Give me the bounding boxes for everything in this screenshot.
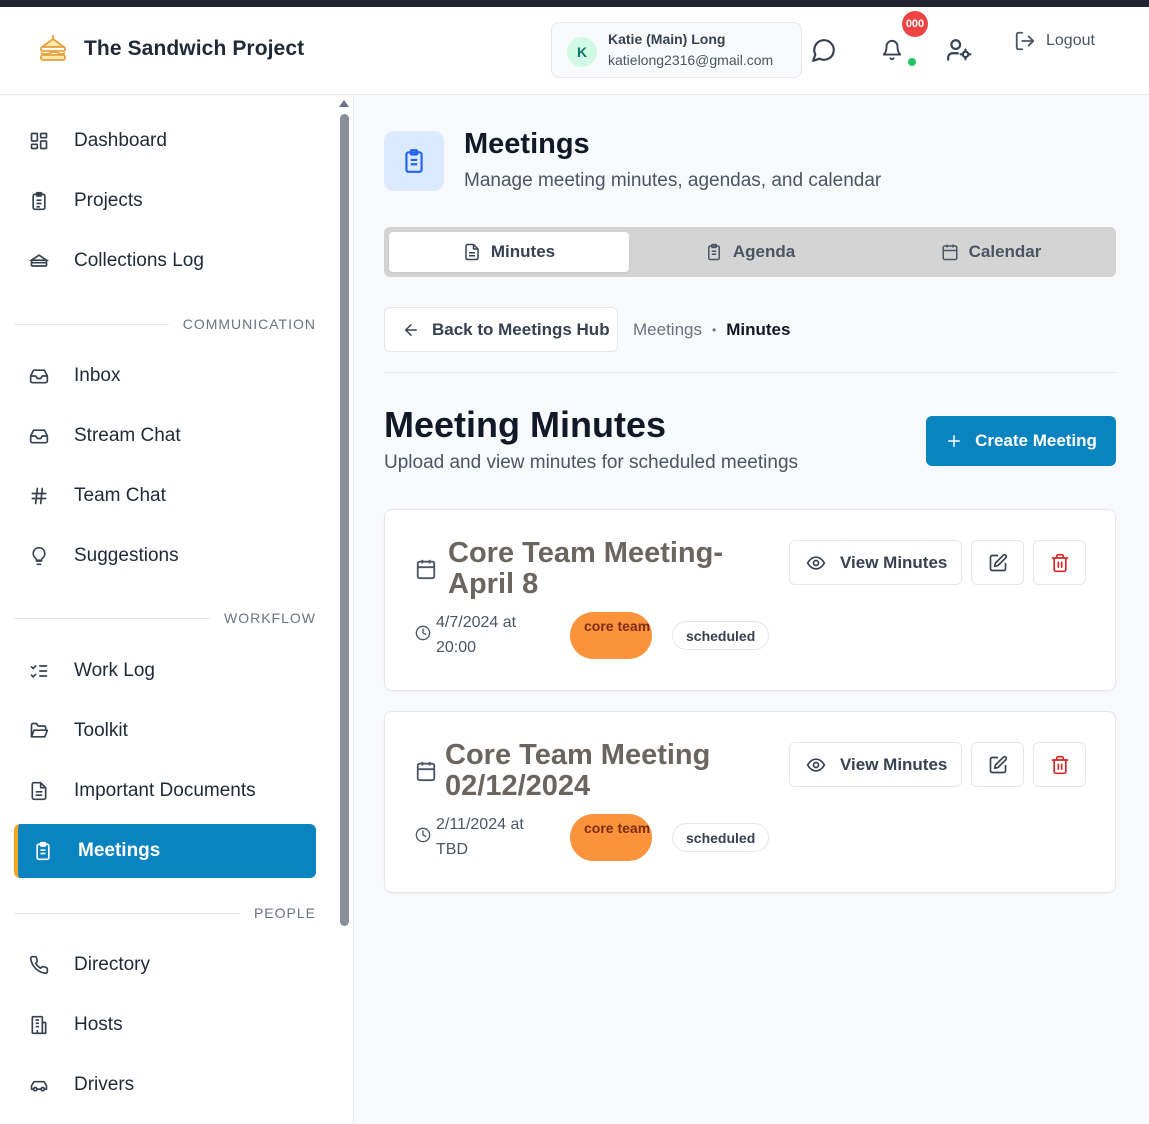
sidebar-item-drivers[interactable]: Drivers [14, 1058, 316, 1112]
trash-icon [1051, 553, 1068, 572]
meeting-tabs: Minutes Agenda Calendar [384, 227, 1116, 277]
sidebar-item-directory[interactable]: Directory [14, 938, 316, 992]
delete-meeting-button[interactable] [1033, 540, 1086, 585]
chat-icon[interactable] [808, 34, 840, 66]
meeting-card: Core Team Meeting- April 8 4/7/2024 at 2… [384, 509, 1116, 691]
clock-icon [415, 827, 431, 843]
edit-meeting-button[interactable] [971, 742, 1024, 787]
user-profile-card[interactable]: K Katie (Main) Long katielong2316@gmail.… [551, 22, 802, 78]
edit-icon [989, 755, 1007, 773]
status-badge: scheduled [672, 621, 770, 650]
sidebar-item-meetings[interactable]: Meetings [14, 824, 316, 878]
clipboard-list-icon [32, 840, 54, 862]
view-minutes-button[interactable]: View Minutes [789, 540, 962, 585]
view-minutes-button[interactable]: View Minutes [789, 742, 962, 787]
clipboard-list-icon [384, 131, 444, 191]
sidebar-item-dashboard[interactable]: Dashboard [14, 114, 316, 168]
trash-icon [1051, 755, 1068, 774]
section-workflow: WORKFLOW [14, 608, 316, 628]
arrow-left-icon [404, 323, 417, 336]
meeting-title: Core Team Meeting 02/12/2024 [445, 739, 711, 802]
breadcrumb-meetings[interactable]: Meetings [633, 320, 702, 340]
sandwich-icon [28, 250, 50, 272]
create-meeting-button[interactable]: Create Meeting [926, 416, 1116, 466]
logout-icon [1015, 31, 1035, 51]
online-status-dot [907, 57, 917, 67]
window-top-strip [0, 0, 1149, 7]
calendar-icon [416, 761, 436, 782]
sidebar-item-toolkit[interactable]: Toolkit [14, 704, 316, 758]
tab-minutes[interactable]: Minutes [389, 232, 629, 272]
clipboard-icon [28, 190, 50, 212]
calendar-icon [942, 244, 958, 261]
meeting-datetime: 2/11/2024 at TBD [436, 816, 524, 858]
back-to-meetings-hub-button[interactable]: Back to Meetings Hub [384, 307, 618, 352]
clock-icon [415, 625, 431, 641]
sidebar-item-collections-log[interactable]: Collections Log [14, 234, 316, 288]
sidebar-item-projects[interactable]: Projects [14, 174, 316, 228]
bell-icon[interactable] [876, 34, 908, 66]
inbox-icon [28, 425, 50, 447]
sidebar-item-work-log[interactable]: Work Log [14, 644, 316, 698]
breadcrumb-separator: • [711, 323, 717, 337]
notification-count-badge: 000 [902, 11, 928, 37]
section-communication: COMMUNICATION [14, 314, 316, 334]
section-title: Meeting Minutes [384, 404, 667, 445]
building-icon [28, 1014, 50, 1036]
eye-icon [806, 757, 826, 772]
lightbulb-icon [28, 545, 50, 567]
app-header: The Sandwich Project K Katie (Main) Long… [0, 7, 1149, 95]
tab-calendar[interactable]: Calendar [871, 232, 1111, 272]
car-icon [28, 1074, 50, 1096]
sidebar: Dashboard Projects Collections Log COMMU… [0, 96, 354, 1124]
edit-meeting-button[interactable] [971, 540, 1024, 585]
breadcrumb-current: Minutes [726, 320, 791, 339]
file-text-icon [465, 243, 479, 261]
tab-agenda[interactable]: Agenda [629, 232, 871, 272]
section-people: PEOPLE [14, 903, 316, 923]
scrollbar-thumb[interactable] [340, 114, 349, 926]
user-email: katielong2316@gmail.com [608, 52, 774, 68]
team-tag: core team [570, 612, 652, 659]
folder-open-icon [28, 720, 50, 742]
brand-name: The Sandwich Project [84, 37, 305, 60]
eye-icon [806, 555, 826, 570]
team-tag: core team [570, 814, 652, 861]
inbox-icon [28, 365, 50, 387]
logout-button[interactable]: Logout [1014, 30, 1095, 52]
delete-meeting-button[interactable] [1033, 742, 1086, 787]
page-title: Meetings [464, 128, 590, 160]
plus-icon [948, 435, 961, 447]
calendar-icon [416, 559, 436, 580]
edit-icon [989, 553, 1007, 571]
phone-icon [28, 954, 50, 976]
meeting-title: Core Team Meeting- April 8 [448, 537, 724, 600]
clipboard-list-icon [707, 243, 720, 261]
file-text-icon [28, 780, 50, 802]
meeting-datetime: 4/7/2024 at 20:00 [436, 614, 517, 656]
meeting-card: Core Team Meeting 02/12/2024 2/11/2024 a… [384, 711, 1116, 893]
sandwich-logo-icon [40, 35, 66, 61]
page-subtitle: Manage meeting minutes, agendas, and cal… [464, 170, 882, 191]
hash-icon [28, 485, 50, 507]
breadcrumb: Meetings • Minutes [633, 320, 790, 340]
status-badge: scheduled [672, 823, 770, 852]
sidebar-item-inbox[interactable]: Inbox [14, 349, 316, 403]
brand[interactable]: The Sandwich Project [38, 33, 304, 65]
sidebar-item-hosts[interactable]: Hosts [14, 998, 316, 1052]
list-checks-icon [28, 660, 50, 682]
sidebar-item-important-documents[interactable]: Important Documents [14, 764, 316, 818]
avatar: K [567, 37, 597, 67]
dashboard-icon [28, 130, 50, 152]
user-settings-icon[interactable] [943, 34, 975, 66]
sidebar-item-stream-chat[interactable]: Stream Chat [14, 409, 316, 463]
scroll-up-arrow[interactable] [339, 100, 349, 107]
sidebar-item-team-chat[interactable]: Team Chat [14, 469, 316, 523]
sidebar-item-suggestions[interactable]: Suggestions [14, 529, 316, 583]
divider [384, 372, 1116, 373]
logout-label: Logout [1046, 32, 1095, 49]
section-subtitle: Upload and view minutes for scheduled me… [384, 452, 799, 473]
user-name: Katie (Main) Long [608, 31, 726, 47]
